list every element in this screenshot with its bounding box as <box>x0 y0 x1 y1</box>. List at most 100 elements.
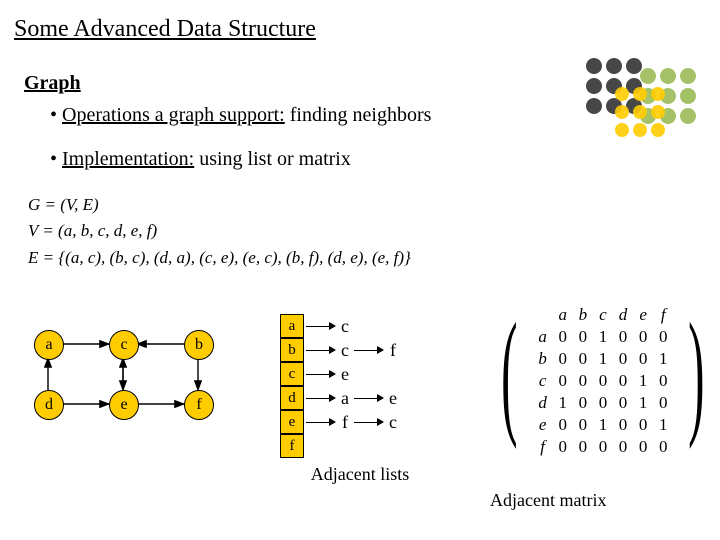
matrix-cell: 0 <box>633 348 653 370</box>
matrix-cell: 1 <box>653 348 673 370</box>
adjlist-row-f: f <box>280 434 440 458</box>
adjlist-val: a <box>338 388 352 409</box>
matrix-row-label: c <box>533 370 553 392</box>
matrix-cell: 0 <box>613 436 633 458</box>
matrix-cell: 0 <box>593 370 613 392</box>
bullet-operations-label: Operations a graph support: <box>62 104 285 126</box>
matrix-cell: 0 <box>633 326 653 348</box>
bullet-implementation-label: Implementation: <box>62 148 194 170</box>
matrix-row-label: a <box>533 326 553 348</box>
matrix-col-label: f <box>653 304 673 326</box>
matrix-cell: 1 <box>633 392 653 414</box>
matrix-cell: 0 <box>613 414 633 436</box>
graph-diagram: a c b d e f <box>24 320 234 440</box>
eqn-v: V = (a, b, c, d, e, f) <box>28 218 411 244</box>
bullet-operations: • Operations a graph support: finding ne… <box>50 104 431 127</box>
adjacency-list: acbcfcedaeefcf Adjacent lists <box>280 314 440 485</box>
matrix-cell: 0 <box>653 326 673 348</box>
arrow-icon <box>304 315 338 337</box>
matrix-cell: 0 <box>633 436 653 458</box>
matrix-cell: 0 <box>553 370 573 392</box>
matrix-cell: 0 <box>593 392 613 414</box>
matrix-cell: 0 <box>573 348 593 370</box>
matrix-col-label: b <box>573 304 593 326</box>
matrix-cell: 0 <box>613 326 633 348</box>
matrix-cell: 0 <box>653 370 673 392</box>
matrix-row: b001001 <box>533 348 674 370</box>
graph-node-b: b <box>184 330 214 360</box>
adjlist-row-c: ce <box>280 362 440 386</box>
matrix-cell: 0 <box>553 348 573 370</box>
arrow-icon <box>352 387 386 409</box>
slide-root: Some Advanced Data Structure <box>0 0 720 540</box>
matrix-cell: 1 <box>593 326 613 348</box>
graph-node-d: d <box>34 390 64 420</box>
adjlist-val: f <box>338 412 352 433</box>
matrix-row-label: f <box>533 436 553 458</box>
adjlist-val: e <box>386 388 400 409</box>
graph-node-a: a <box>34 330 64 360</box>
matrix-cell: 0 <box>573 414 593 436</box>
matrix-table: abcdefa001000b001001c000010d100010e00100… <box>533 304 674 458</box>
matrix-row: a001000 <box>533 326 674 348</box>
adjlist-val: e <box>338 364 352 385</box>
matrix-cell: 0 <box>573 326 593 348</box>
eqn-e: E = {(a, c), (b, c), (d, a), (c, e), (e,… <box>28 245 411 271</box>
paren-left-icon: ( <box>501 298 517 464</box>
adjlist-head: b <box>280 338 304 362</box>
matrix-col-label: c <box>593 304 613 326</box>
adjlist-val: c <box>338 316 352 337</box>
adjlist-head: f <box>280 434 304 458</box>
eqn-g: G = (V, E) <box>28 192 411 218</box>
matrix-row-label: e <box>533 414 553 436</box>
section-heading: Graph <box>24 72 81 95</box>
matrix-cell: 1 <box>553 392 573 414</box>
adjacency-matrix-caption: Adjacent matrix <box>490 490 606 511</box>
matrix-cell: 0 <box>573 436 593 458</box>
matrix-row-label: d <box>533 392 553 414</box>
graph-node-f: f <box>184 390 214 420</box>
arrow-icon <box>304 411 338 433</box>
arrow-icon <box>304 387 338 409</box>
matrix-col-label: a <box>553 304 573 326</box>
arrow-icon <box>352 411 386 433</box>
matrix-cell: 0 <box>633 414 653 436</box>
adjacency-list-caption: Adjacent lists <box>280 464 440 485</box>
adjlist-val: c <box>338 340 352 361</box>
adjlist-row-b: bcf <box>280 338 440 362</box>
adjlist-head: c <box>280 362 304 386</box>
adjacency-matrix: ( abcdefa001000b001001c000010d100010e001… <box>486 298 720 464</box>
matrix-row: e001001 <box>533 414 674 436</box>
adjlist-row-e: efc <box>280 410 440 434</box>
adjlist-row-a: ac <box>280 314 440 338</box>
matrix-cell: 1 <box>593 348 613 370</box>
matrix-row: c000010 <box>533 370 674 392</box>
matrix-cell: 0 <box>593 436 613 458</box>
adjlist-head: e <box>280 410 304 434</box>
graph-node-c: c <box>109 330 139 360</box>
adjlist-val: f <box>386 340 400 361</box>
matrix-cell: 1 <box>593 414 613 436</box>
paren-right-icon: ) <box>689 298 705 464</box>
matrix-row: d100010 <box>533 392 674 414</box>
matrix-cell: 0 <box>613 392 633 414</box>
matrix-cell: 0 <box>573 392 593 414</box>
matrix-col-label: e <box>633 304 653 326</box>
matrix-cell: 0 <box>653 392 673 414</box>
arrow-icon <box>352 339 386 361</box>
matrix-cell: 0 <box>573 370 593 392</box>
matrix-cell: 0 <box>613 348 633 370</box>
matrix-cell: 0 <box>613 370 633 392</box>
equations-block: G = (V, E) V = (a, b, c, d, e, f) E = {(… <box>28 192 411 271</box>
graph-node-e: e <box>109 390 139 420</box>
matrix-row-label: b <box>533 348 553 370</box>
matrix-row: f000000 <box>533 436 674 458</box>
page-title: Some Advanced Data Structure <box>14 16 316 43</box>
bullet-implementation-rest: using list or matrix <box>194 148 351 170</box>
matrix-cell: 0 <box>653 436 673 458</box>
arrow-icon <box>304 339 338 361</box>
matrix-cell: 0 <box>553 436 573 458</box>
matrix-col-label: d <box>613 304 633 326</box>
arrow-icon <box>304 363 338 385</box>
bullet-implementation: • Implementation: using list or matrix <box>50 148 351 171</box>
